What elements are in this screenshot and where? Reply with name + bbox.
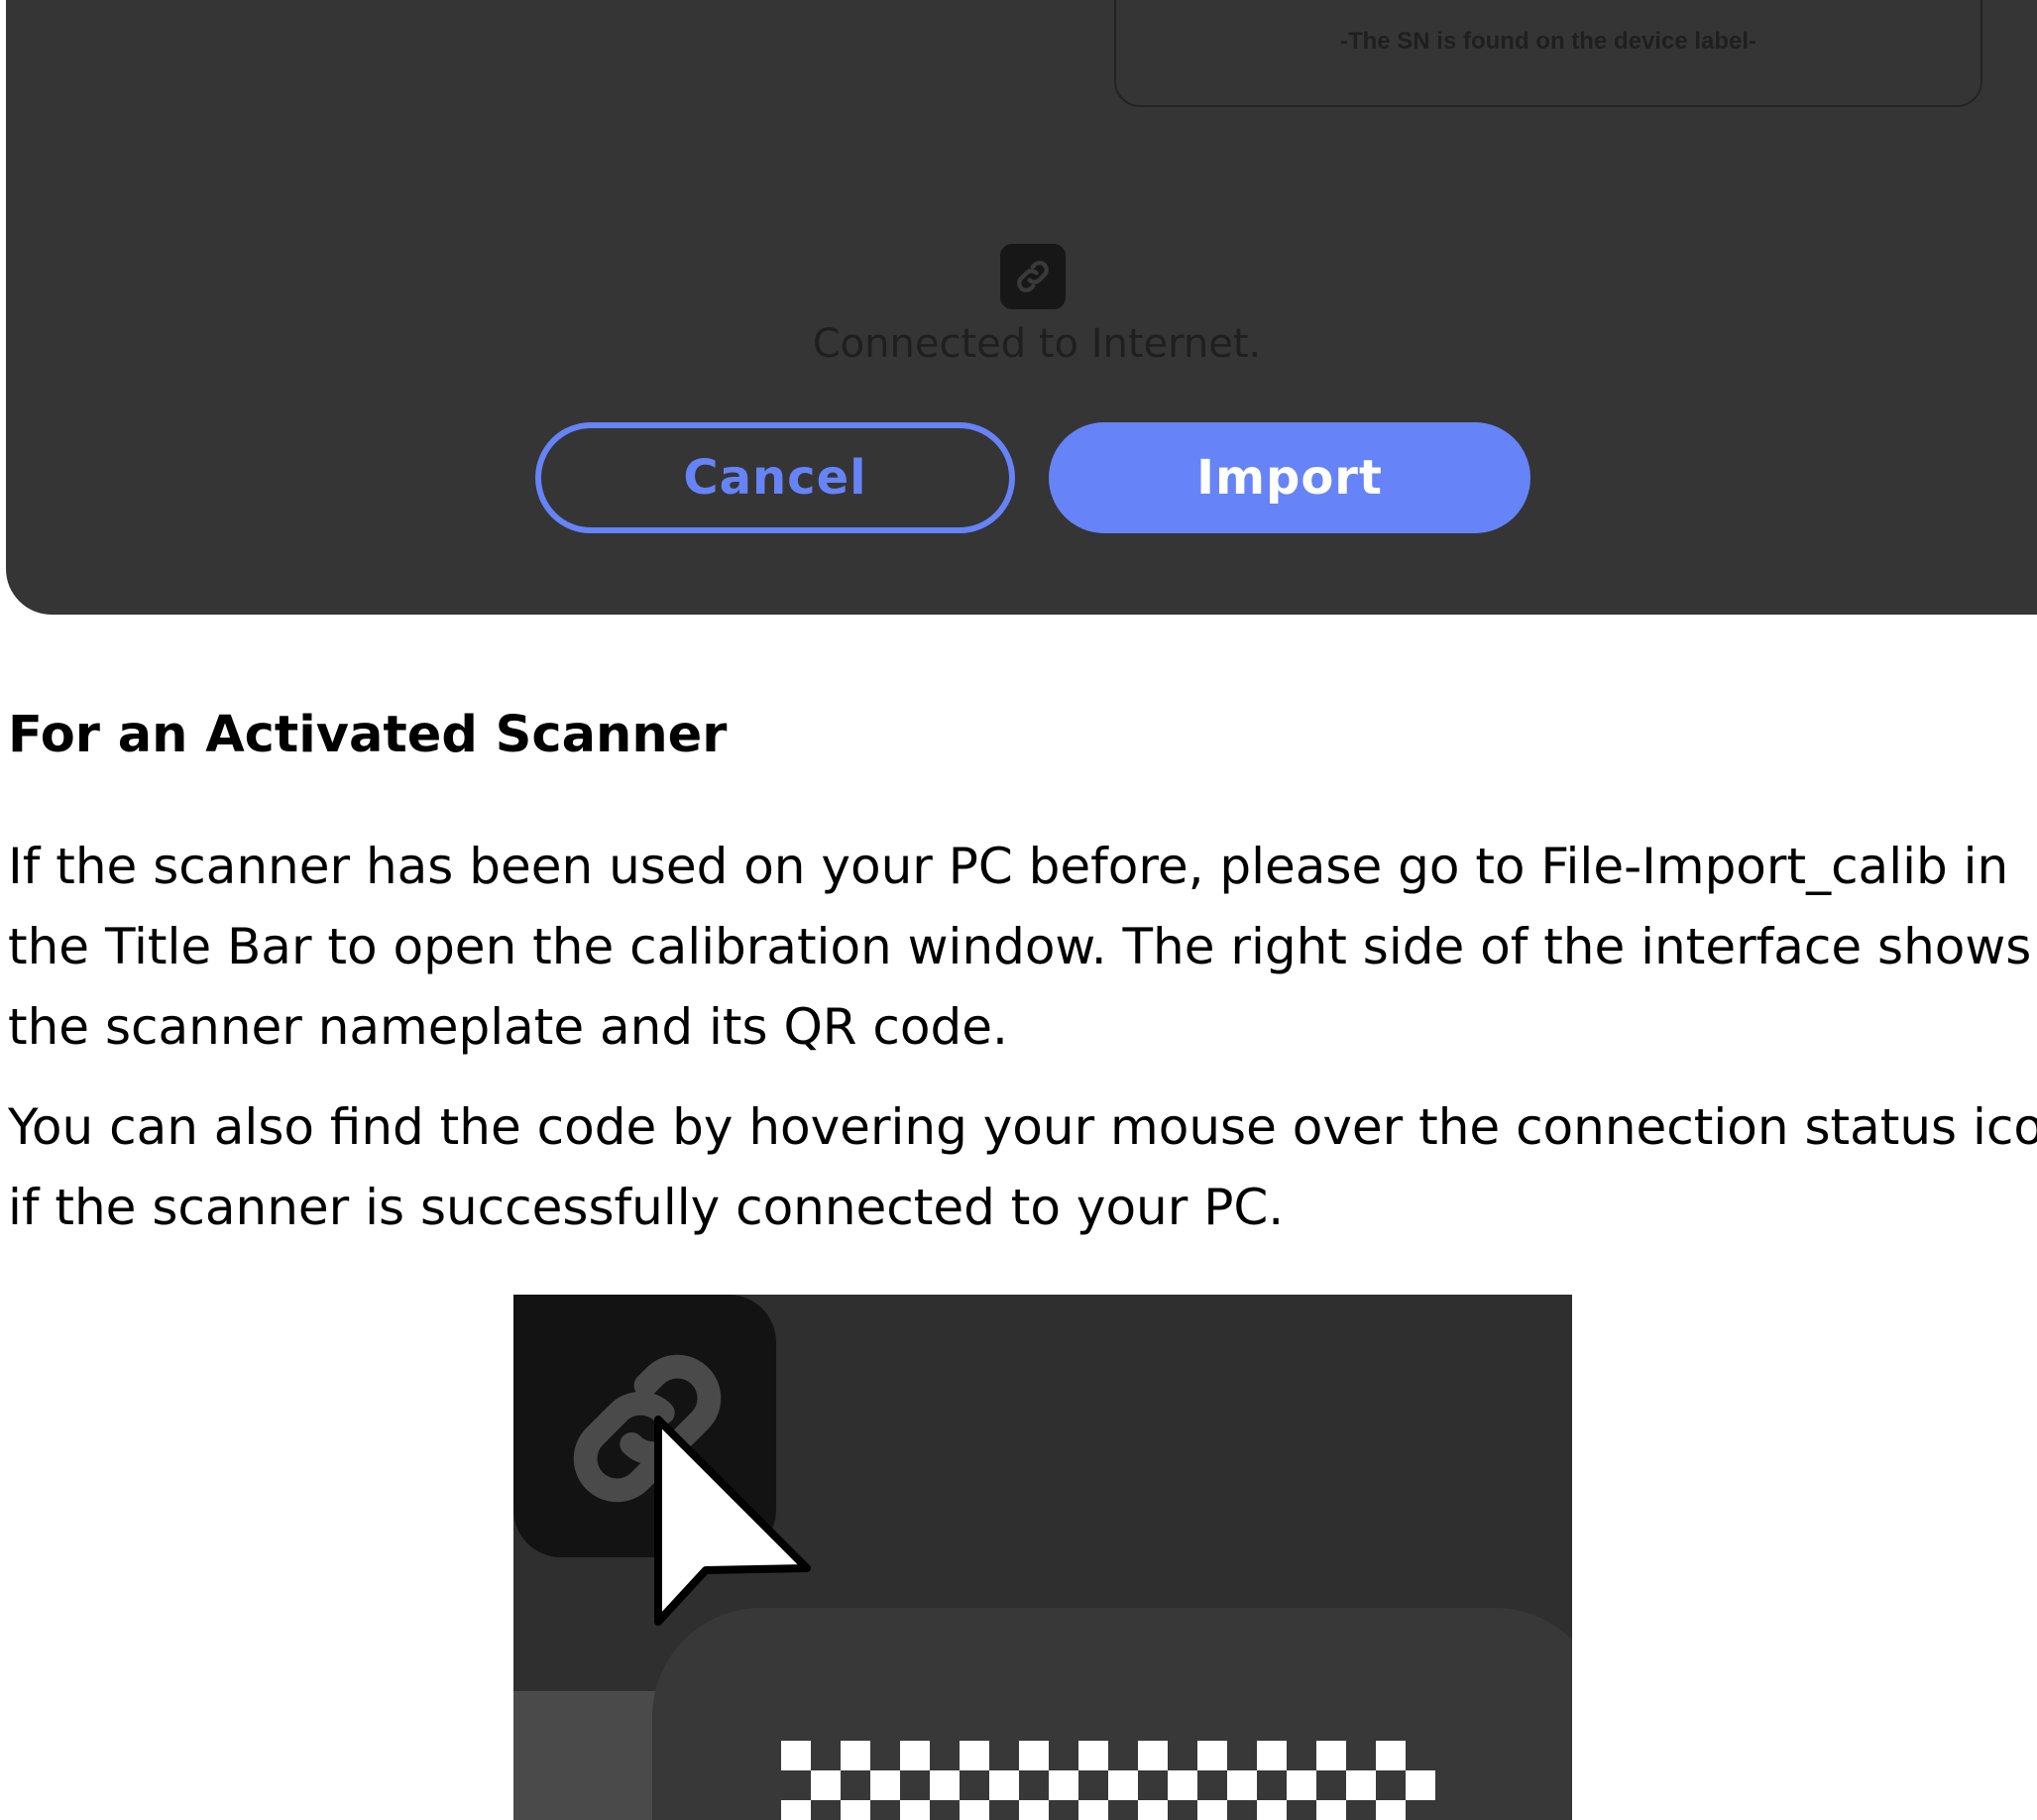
paragraph-1-line: the scanner nameplate and its QR code.	[8, 998, 1008, 1056]
section-heading: For an Activated Scanner	[8, 706, 728, 764]
connection-status-badge[interactable]	[1000, 244, 1066, 309]
import-button[interactable]: Import	[1049, 422, 1530, 533]
qr-code-tooltip	[652, 1608, 1572, 1820]
hover-tooltip-screenshot	[513, 1295, 1572, 1820]
cancel-button[interactable]: Cancel	[535, 422, 1015, 533]
link-icon	[1017, 261, 1049, 292]
paragraph-2-line: if the scanner is successfully connected…	[8, 1179, 1285, 1236]
paragraph-2: You can also find the code by hovering y…	[8, 1087, 2037, 1248]
paragraph-2-line: You can also find the code by hovering y…	[8, 1098, 2037, 1156]
serial-number-box: -The SN is found on the device label-	[1114, 0, 1982, 107]
qr-code-icon	[781, 1741, 1435, 1820]
import-calibration-dialog: -The SN is found on the device label- Co…	[6, 0, 2037, 615]
sn-hint-text: -The SN is found on the device label-	[1339, 28, 1757, 55]
paragraph-1-line: If the scanner has been used on your PC …	[8, 838, 2009, 895]
mouse-cursor-icon	[654, 1416, 811, 1626]
paragraph-1: If the scanner has been used on your PC …	[8, 827, 2031, 1068]
connection-status-text: Connected to Internet.	[812, 321, 1262, 367]
paragraph-1-line: the Title Bar to open the calibration wi…	[8, 918, 2032, 975]
